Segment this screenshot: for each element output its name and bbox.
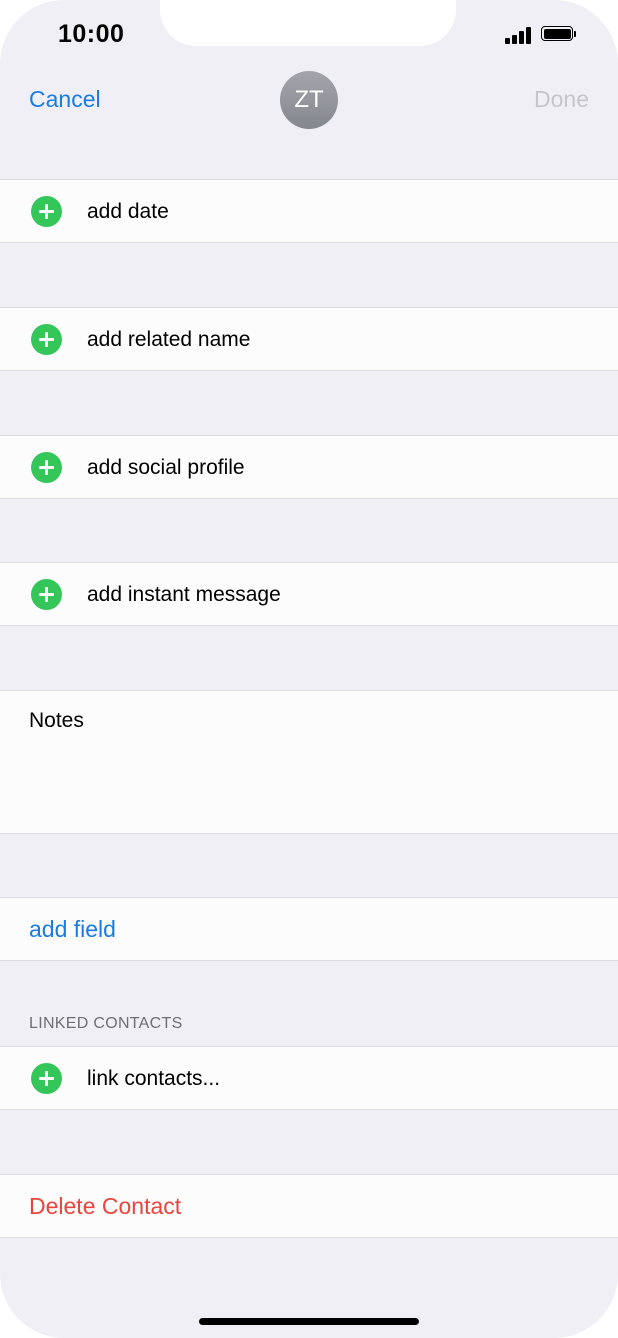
add-circle-icon[interactable] [31,579,62,610]
add-date-row[interactable]: add date [0,179,618,243]
notes-label: Notes [29,709,84,732]
delete-contact-row[interactable]: Delete Contact [0,1174,618,1238]
battery-full-icon [541,26,576,43]
cancel-button[interactable]: Cancel [29,86,101,113]
add-circle-icon[interactable] [31,1063,62,1094]
home-indicator[interactable] [199,1318,419,1325]
linked-contacts-header: LINKED CONTACTS [29,1015,183,1032]
camera-notch [160,0,456,46]
add-circle-icon[interactable] [31,324,62,355]
add-circle-icon[interactable] [31,196,62,227]
add-related-name-row[interactable]: add related name [0,307,618,371]
add-date-label: add date [87,200,169,223]
phone-screen: 10:00 Cancel ZT Done add date add relate… [0,0,618,1338]
nav-bar: Cancel ZT Done [0,60,618,140]
done-button[interactable]: Done [534,86,589,113]
status-time: 10:00 [58,20,125,48]
link-contacts-label: link contacts... [87,1067,221,1090]
add-field-row[interactable]: add field [0,897,618,961]
add-related-name-label: add related name [87,328,251,351]
delete-contact-button[interactable]: Delete Contact [29,1193,181,1220]
notes-field[interactable]: Notes [0,690,618,834]
add-social-profile-row[interactable]: add social profile [0,435,618,499]
add-instant-message-label: add instant message [87,583,281,606]
status-bar: 10:00 [0,0,618,60]
add-circle-icon[interactable] [31,452,62,483]
contact-avatar[interactable]: ZT [280,71,338,129]
add-instant-message-row[interactable]: add instant message [0,562,618,626]
link-contacts-row[interactable]: link contacts... [0,1046,618,1110]
cellular-signal-icon [505,26,535,44]
add-social-profile-label: add social profile [87,456,245,479]
add-field-button[interactable]: add field [29,916,116,943]
